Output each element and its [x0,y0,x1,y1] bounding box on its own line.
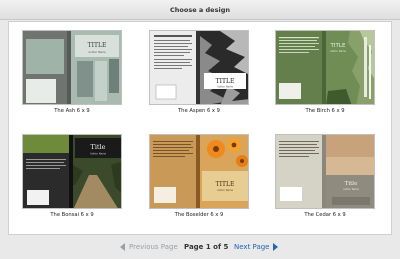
cover-title-birch: TITLE [330,43,346,49]
cover-title-boxelder: TITLE [216,181,235,188]
previous-page-button: Previous Page [120,243,178,251]
design-name-aspen: The Aspen 6 x 9 [178,108,220,114]
pagination: Previous Page Page 1 of 5 Next Page [0,236,400,259]
design-thumbnail-boxelder[interactable]: TITLE Author Name [149,134,249,209]
cover-author-boxelder: Author Name [217,189,233,192]
cover-author-ash: Author Name [88,50,106,54]
cover-title-cedar: Title [345,181,358,187]
design-card-bonsai[interactable]: Title Author Name The Bonsai 6 x 9 [22,134,122,224]
design-card-ash[interactable]: TITLE Author Name The Ash 6 x 9 [22,30,122,120]
design-name-boxelder: The Boxelder 6 x 9 [174,212,224,218]
next-page-label[interactable]: Next Page [234,243,269,251]
cover-title-bonsai: Title [91,143,106,151]
design-name-cedar: The Cedar 6 x 9 [304,212,346,218]
design-name-bonsai: The Bonsai 6 x 9 [50,212,94,218]
cover-author-bonsai: Author Name [90,153,106,156]
dialog-title: Choose a design [0,0,400,20]
cover-author-cedar: Author Name [343,188,359,191]
design-card-birch[interactable]: TITLE Author Name The Birch 6 x 9 [275,30,375,120]
design-thumbnail-ash[interactable]: TITLE Author Name [22,30,122,105]
next-page-button[interactable]: Next Page [234,243,279,251]
design-thumbnail-cedar[interactable]: Title Author Name [275,134,375,209]
cover-title-ash: TITLE [88,42,107,49]
design-thumbnail-bonsai[interactable]: Title Author Name [22,134,122,209]
cover-title-aspen: TITLE [216,78,235,85]
design-thumbnail-aspen[interactable]: TITLE Author Name [149,30,249,105]
previous-page-label: Previous Page [129,243,178,251]
page-indicator: Page 1 of 5 [184,243,229,251]
design-card-boxelder[interactable]: TITLE Author Name The Boxelder 6 x 9 [149,134,249,224]
design-card-cedar[interactable]: Title Author Name The Cedar 6 x 9 [275,134,375,224]
cover-author-aspen: Author Name [217,86,233,89]
design-card-aspen[interactable]: TITLE Author Name The Aspen 6 x 9 [149,30,249,120]
design-name-ash: The Ash 6 x 9 [54,108,90,114]
chevron-left-icon [120,243,125,251]
chevron-right-icon[interactable] [273,243,279,251]
design-gallery: TITLE Author Name The Ash 6 x 9 TITLE Au… [8,21,392,235]
design-thumbnail-birch[interactable]: TITLE Author Name [275,30,375,105]
cover-author-birch: Author Name [330,50,346,53]
design-name-birch: The Birch 6 x 9 [305,108,345,114]
